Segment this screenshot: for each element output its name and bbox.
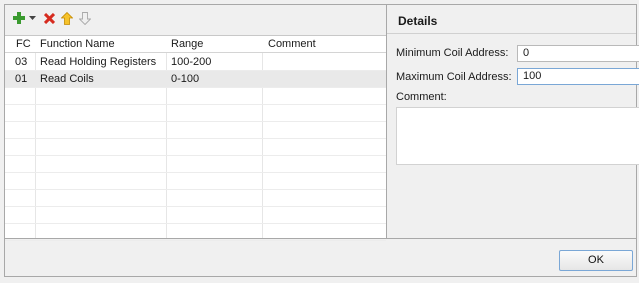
function-list-pane: FC Function Name Range Comment 03 Read H…: [5, 5, 387, 241]
empty-row: [5, 88, 386, 105]
details-title: Details: [398, 14, 438, 28]
column-header-fc[interactable]: FC: [16, 36, 31, 53]
empty-row: [5, 156, 386, 173]
table-row-selected[interactable]: 01 Read Coils 0-100: [5, 71, 386, 88]
function-table: FC Function Name Range Comment 03 Read H…: [5, 35, 386, 241]
delete-icon[interactable]: [42, 10, 56, 26]
toolbar: [5, 5, 386, 33]
details-pane: Details Minimum Coil Address: 0 Maximum …: [387, 5, 639, 238]
cell-range: 0-100: [171, 73, 200, 85]
cell-fc: 03: [15, 56, 28, 68]
dropdown-arrow-icon[interactable]: [28, 10, 36, 26]
cell-range: 100-200: [171, 56, 212, 68]
empty-row: [5, 105, 386, 122]
cell-fc: 01: [15, 73, 28, 85]
dialog-frame: FC Function Name Range Comment 03 Read H…: [4, 4, 639, 277]
empty-row: [5, 207, 386, 224]
table-row[interactable]: 03 Read Holding Registers 100-200: [5, 54, 386, 71]
cell-function-name: Read Holding Registers: [40, 56, 157, 68]
min-coil-address-field[interactable]: 0: [517, 45, 639, 62]
add-icon[interactable]: [12, 10, 26, 26]
move-down-icon[interactable]: [78, 10, 92, 26]
column-header-comment[interactable]: Comment: [268, 36, 316, 53]
empty-row: [5, 190, 386, 207]
min-coil-address-label: Minimum Coil Address:: [396, 47, 509, 59]
details-body: Minimum Coil Address: 0 Maximum Coil Add…: [387, 34, 639, 238]
ok-button[interactable]: OK: [559, 250, 633, 271]
empty-row: [5, 139, 386, 156]
max-coil-address-field[interactable]: 100: [517, 68, 639, 85]
table-header: FC Function Name Range Comment: [5, 36, 386, 53]
comment-field[interactable]: [396, 107, 639, 165]
empty-row: [5, 122, 386, 139]
button-bar-divider: [5, 238, 636, 239]
column-header-range[interactable]: Range: [171, 36, 203, 53]
cell-function-name: Read Coils: [40, 73, 94, 85]
comment-label: Comment:: [396, 91, 447, 103]
empty-row: [5, 173, 386, 190]
move-up-icon[interactable]: [60, 10, 74, 26]
column-header-function-name[interactable]: Function Name: [40, 36, 115, 53]
max-coil-address-label: Maximum Coil Address:: [396, 71, 512, 83]
